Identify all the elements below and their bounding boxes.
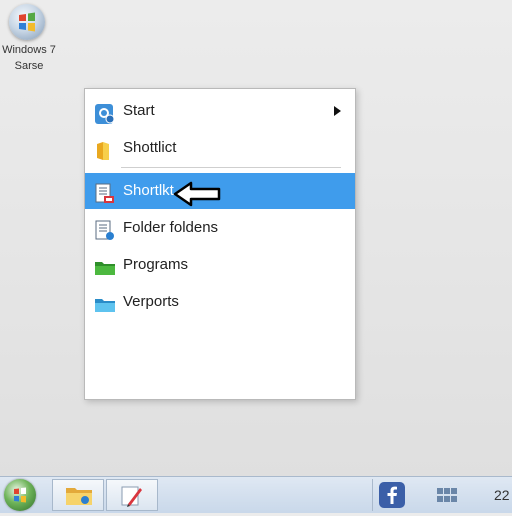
windows-grid-icon[interactable] — [436, 487, 458, 508]
desktop-icon-windows7[interactable]: Windows 7 Sarse — [0, 0, 60, 80]
start-orb-icon[interactable] — [4, 479, 36, 511]
hand-pointer-arrow-icon — [173, 181, 223, 207]
document-shortcut-icon — [94, 183, 116, 203]
green-folder-icon — [94, 257, 116, 275]
submenu-arrow-icon — [334, 106, 341, 116]
menu-item-label: Shortlkt — [123, 182, 174, 199]
blue-folder-icon — [94, 294, 116, 312]
menu-item-label: Shottlict — [123, 139, 177, 156]
menu-item-programs[interactable]: Programs — [85, 247, 355, 283]
facebook-icon[interactable] — [378, 481, 406, 514]
menu-item-label: Folder foldens — [123, 219, 219, 236]
menu-separator — [121, 167, 341, 168]
taskbar-file-explorer-button[interactable] — [52, 479, 104, 511]
menu-item-label: Start — [123, 102, 155, 119]
menu-item-label: Programs — [123, 256, 189, 273]
document-shortcut-icon — [94, 220, 116, 240]
paint-icon — [119, 484, 145, 513]
menu-item-folder-foldens[interactable]: Folder foldens — [85, 210, 355, 246]
desktop-icon-label-line2: Sarse — [14, 60, 44, 72]
windows-logo-icon — [9, 4, 45, 40]
desktop[interactable]: { "desktop": { "icon_line1": "Windows 7"… — [0, 0, 512, 513]
menu-item-shortlkt[interactable]: Shortlkt — [85, 173, 355, 209]
menu-item-verports[interactable]: Verports — [85, 284, 355, 320]
taskbar-paint-button[interactable] — [106, 479, 158, 511]
desktop-icon-label-line1: Windows 7 — [2, 44, 56, 56]
file-explorer-icon — [65, 485, 93, 512]
context-menu: Start Shottlict Shortlkt Folder foldens … — [84, 88, 356, 400]
folder-icon — [94, 140, 116, 160]
start-app-icon — [94, 103, 116, 124]
taskbar: 22 — [0, 476, 512, 513]
tray-separator — [372, 479, 373, 511]
menu-item-shottlict[interactable]: Shottlict — [85, 130, 355, 166]
menu-item-start[interactable]: Start — [85, 93, 355, 129]
menu-item-label: Verports — [123, 293, 179, 310]
clock[interactable]: 22 — [494, 487, 510, 503]
